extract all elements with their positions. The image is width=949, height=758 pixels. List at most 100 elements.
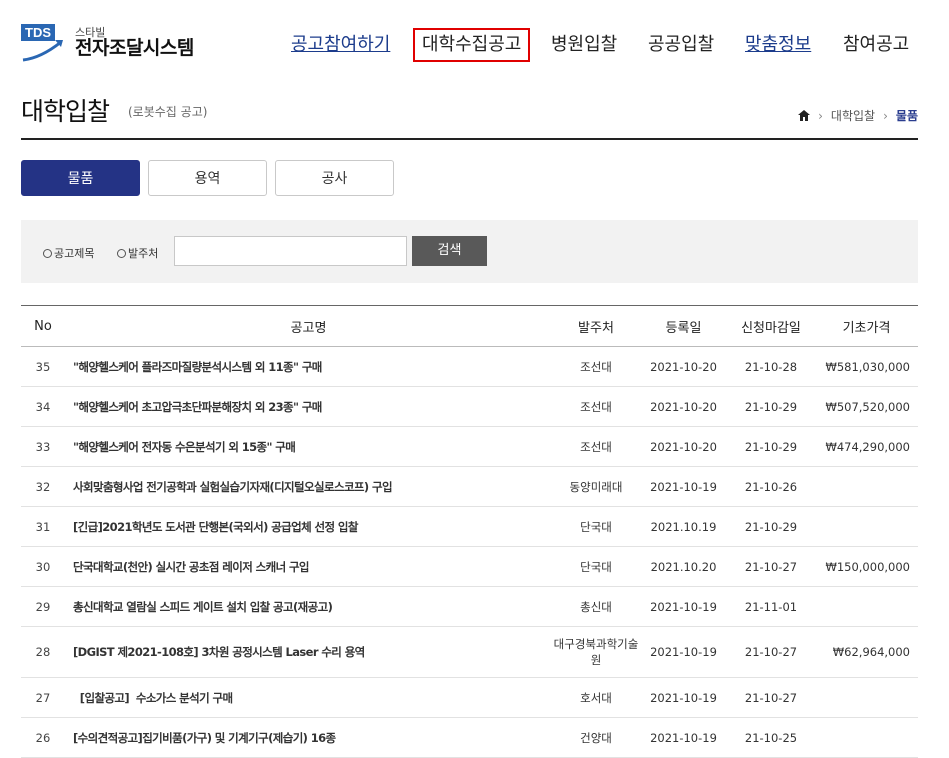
cell-price [815, 506, 918, 547]
breadcrumb: › 대학입찰 › 물품 [798, 107, 918, 124]
cell-price [815, 677, 918, 718]
cell-deadline: 21-10-29 [727, 386, 815, 427]
table-row[interactable]: 29 총신대학교 열람실 스피드 게이트 설치 입찰 공고(재공고) 총신대 2… [21, 586, 918, 627]
cell-title[interactable]: 사회맞춤형사업 전기공학과 실험실습기자재(디지털오실로스코프) 구입 [65, 466, 552, 507]
cell-reg-date: 2021-10-19 [640, 677, 727, 718]
cell-title[interactable]: "해양헬스케어 플라즈마질량분석시스템 외 11종" 구매 [65, 346, 552, 387]
cell-org: 단국대 [552, 506, 640, 547]
table-row[interactable]: 26 [수의견적공고]집기비품(가구) 및 기계기구(제습기) 16종 건양대 … [21, 717, 918, 758]
cell-title[interactable]: 단국대학교(천안) 실시간 공초점 레이저 스캐너 구입 [65, 546, 552, 587]
page-subtitle: (로봇수집 공고) [128, 105, 208, 119]
tab-services[interactable]: 용역 [148, 160, 267, 196]
cell-no: 30 [21, 546, 65, 587]
cell-price: ₩507,520,000 [815, 386, 918, 427]
cell-price [815, 466, 918, 507]
header-org: 발주처 [552, 305, 640, 347]
cell-deadline: 21-10-25 [727, 717, 815, 758]
table-row[interactable]: 30 단국대학교(천안) 실시간 공초점 레이저 스캐너 구입 단국대 2021… [21, 546, 918, 587]
header-no: No [21, 305, 65, 347]
breadcrumb-separator: › [883, 108, 888, 123]
search-box: 공고제목 발주처 검색 [21, 220, 918, 283]
table-row[interactable]: 28 [DGIST 제2021-108호] 3차원 공정시스템 Laser 수리… [21, 626, 918, 678]
cell-no: 26 [21, 717, 65, 758]
cell-title[interactable]: [긴급]2021학년도 도서관 단행본(국외서) 공급업체 선정 입찰 [65, 506, 552, 547]
cell-reg-date: 2021-10-19 [640, 626, 727, 678]
tab-construction[interactable]: 공사 [275, 160, 394, 196]
cell-no: 29 [21, 586, 65, 627]
table-row[interactable]: 27 [입찰공고] 수소가스 분석기 구매 호서대 2021-10-19 21-… [21, 677, 918, 718]
breadcrumb-current: 물품 [895, 109, 918, 123]
breadcrumb-separator: › [818, 108, 823, 123]
search-button[interactable]: 검색 [412, 236, 487, 266]
search-input[interactable] [174, 236, 407, 266]
cell-no: 33 [21, 426, 65, 467]
home-icon[interactable] [798, 110, 811, 121]
cell-reg-date: 2021-10-20 [640, 426, 727, 467]
header-reg-date: 등록일 [640, 305, 727, 347]
cell-no: 28 [21, 626, 65, 678]
cell-price [815, 586, 918, 627]
cell-deadline: 21-10-27 [727, 677, 815, 718]
radio-title[interactable]: 공고제목 [43, 245, 94, 261]
cell-no: 31 [21, 506, 65, 547]
category-tabs: 물품 용역 공사 [21, 160, 394, 196]
cell-deadline: 21-10-27 [727, 546, 815, 587]
cell-deadline: 21-10-27 [727, 626, 815, 678]
table-row[interactable]: 31 [긴급]2021학년도 도서관 단행본(국외서) 공급업체 선정 입찰 단… [21, 506, 918, 547]
tab-goods[interactable]: 물품 [21, 160, 140, 196]
table-row[interactable]: 35 "해양헬스케어 플라즈마질량분석시스템 외 11종" 구매 조선대 202… [21, 346, 918, 387]
header: TDS 스타빌 전자조달시스템 공고참여하기 대학수집공고 병원입찰 공공입찰 … [0, 0, 949, 88]
cell-price: ₩474,290,000 [815, 426, 918, 467]
radio-org-label: 발주처 [128, 247, 159, 260]
radio-circle[interactable] [117, 248, 126, 258]
cell-reg-date: 2021-10-20 [640, 346, 727, 387]
cell-title[interactable]: 총신대학교 열람실 스피드 게이트 설치 입찰 공고(재공고) [65, 586, 552, 627]
table-row[interactable]: 34 "해양헬스케어 초고압극초단파분해장치 외 23종" 구매 조선대 202… [21, 386, 918, 427]
cell-no: 32 [21, 466, 65, 507]
cell-org: 동양미래대 [552, 466, 640, 507]
header-deadline: 신청마감일 [727, 305, 815, 347]
cell-deadline: 21-10-26 [727, 466, 815, 507]
header-price: 기초가격 [815, 305, 918, 347]
page-title: 대학입찰 [21, 97, 110, 126]
cell-reg-date: 2021-10-20 [640, 386, 727, 427]
cell-title[interactable]: "해양헬스케어 초고압극초단파분해장치 외 23종" 구매 [65, 386, 552, 427]
nav-item-hospital-bids[interactable]: 병원입찰 [551, 28, 617, 62]
cell-reg-date: 2021-10-19 [640, 586, 727, 627]
main-nav: 공고참여하기 대학수집공고 병원입찰 공공입찰 맞춤정보 참여공고 [0, 28, 949, 64]
cell-reg-date: 2021.10.20 [640, 546, 727, 587]
breadcrumb-university-bids[interactable]: 대학입찰 [831, 107, 875, 124]
cell-title[interactable]: "해양헬스케어 전자동 수은분석기 외 15종" 구매 [65, 426, 552, 467]
nav-item-public-bids[interactable]: 공공입찰 [648, 28, 714, 62]
cell-no: 34 [21, 386, 65, 427]
nav-item-university-notices[interactable]: 대학수집공고 [413, 28, 531, 62]
cell-title[interactable]: [DGIST 제2021-108호] 3차원 공정시스템 Laser 수리 용역 [65, 626, 552, 678]
nav-item-participate[interactable]: 공고참여하기 [291, 28, 390, 62]
cell-reg-date: 2021-10-19 [640, 717, 727, 758]
cell-org: 조선대 [552, 346, 640, 387]
cell-reg-date: 2021-10-19 [640, 466, 727, 507]
nav-item-participating[interactable]: 참여공고 [843, 28, 909, 62]
radio-org[interactable]: 발주처 [117, 245, 158, 261]
cell-org: 조선대 [552, 426, 640, 467]
cell-org: 단국대 [552, 546, 640, 587]
cell-deadline: 21-10-29 [727, 506, 815, 547]
cell-org: 조선대 [552, 386, 640, 427]
cell-price: ₩150,000,000 [815, 546, 918, 587]
nav-item-custom-info[interactable]: 맞춤정보 [745, 28, 811, 62]
radio-circle[interactable] [43, 248, 52, 258]
cell-org: 총신대 [552, 586, 640, 627]
cell-deadline: 21-10-29 [727, 426, 815, 467]
title-row: 대학입찰 (로봇수집 공고) › 대학입찰 › 물품 [21, 88, 918, 140]
cell-price: ₩581,030,000 [815, 346, 918, 387]
table-row[interactable]: 32 사회맞춤형사업 전기공학과 실험실습기자재(디지털오실로스코프) 구입 동… [21, 466, 918, 507]
cell-reg-date: 2021.10.19 [640, 506, 727, 547]
header-title: 공고명 [65, 305, 552, 347]
cell-no: 27 [21, 677, 65, 718]
cell-price [815, 717, 918, 758]
cell-title[interactable]: [입찰공고] 수소가스 분석기 구매 [65, 677, 552, 718]
cell-org: 건양대 [552, 717, 640, 758]
table-row[interactable]: 33 "해양헬스케어 전자동 수은분석기 외 15종" 구매 조선대 2021-… [21, 426, 918, 467]
cell-title[interactable]: [수의견적공고]집기비품(가구) 및 기계기구(제습기) 16종 [65, 717, 552, 758]
cell-deadline: 21-10-28 [727, 346, 815, 387]
